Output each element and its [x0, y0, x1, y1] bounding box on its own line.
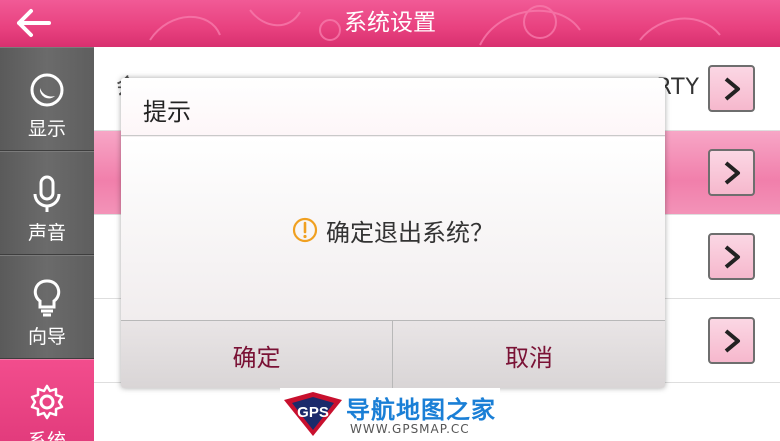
- row-arrow-button[interactable]: [708, 149, 755, 196]
- sidebar-item-system[interactable]: 系统: [0, 359, 94, 441]
- sidebar-item-label: 显示: [27, 118, 66, 140]
- watermark: GPS 导航地图之家 WWW.GPSMAP.CC: [280, 388, 500, 441]
- logo-text: GPS: [297, 404, 329, 421]
- gps-logo-icon: GPS: [284, 392, 342, 436]
- dialog-title: 提示: [143, 98, 191, 126]
- watermark-url: WWW.GPSMAP.CC: [350, 422, 470, 436]
- row-arrow-button[interactable]: [708, 233, 755, 280]
- chevron-right-icon: [724, 76, 740, 101]
- sidebar: 显示 声音 向导 系统: [0, 47, 94, 441]
- sidebar-item-label: 声音: [27, 222, 66, 244]
- gear-icon: [30, 384, 64, 420]
- microphone-icon: [33, 175, 61, 212]
- row-arrow-button[interactable]: [708, 65, 755, 112]
- page-title: 系统设置: [344, 10, 436, 36]
- sidebar-item-sound[interactable]: 声音: [0, 151, 94, 255]
- confirm-button[interactable]: 确定: [121, 321, 393, 388]
- dialog-message-row: 确定退出系统？: [121, 214, 665, 247]
- cancel-button[interactable]: 取消: [393, 321, 665, 388]
- chevron-right-icon: [724, 160, 740, 185]
- sidebar-item-label: 向导: [27, 326, 66, 348]
- moon-icon: [30, 73, 64, 107]
- sidebar-item-label: 系统: [27, 430, 66, 441]
- sidebar-item-display[interactable]: 显示: [0, 47, 94, 151]
- dialog-header: 提示: [121, 78, 665, 136]
- sidebar-item-guide[interactable]: 向导: [0, 255, 94, 359]
- dialog-body: 确定退出系统？: [121, 137, 665, 320]
- row-arrow-button[interactable]: [708, 317, 755, 364]
- chevron-right-icon: [724, 244, 740, 269]
- watermark-name: 导航地图之家: [346, 396, 496, 424]
- lightbulb-icon: [33, 279, 61, 317]
- warning-icon: [292, 217, 318, 243]
- title-bar: 系统设置: [0, 0, 780, 47]
- dialog-button-bar: 确定 取消: [121, 320, 665, 388]
- dialog-message: 确定退出系统？: [326, 218, 494, 247]
- exit-confirm-dialog: 提示 确定退出系统？ 确定 取消: [121, 78, 665, 388]
- chevron-right-icon: [724, 328, 740, 353]
